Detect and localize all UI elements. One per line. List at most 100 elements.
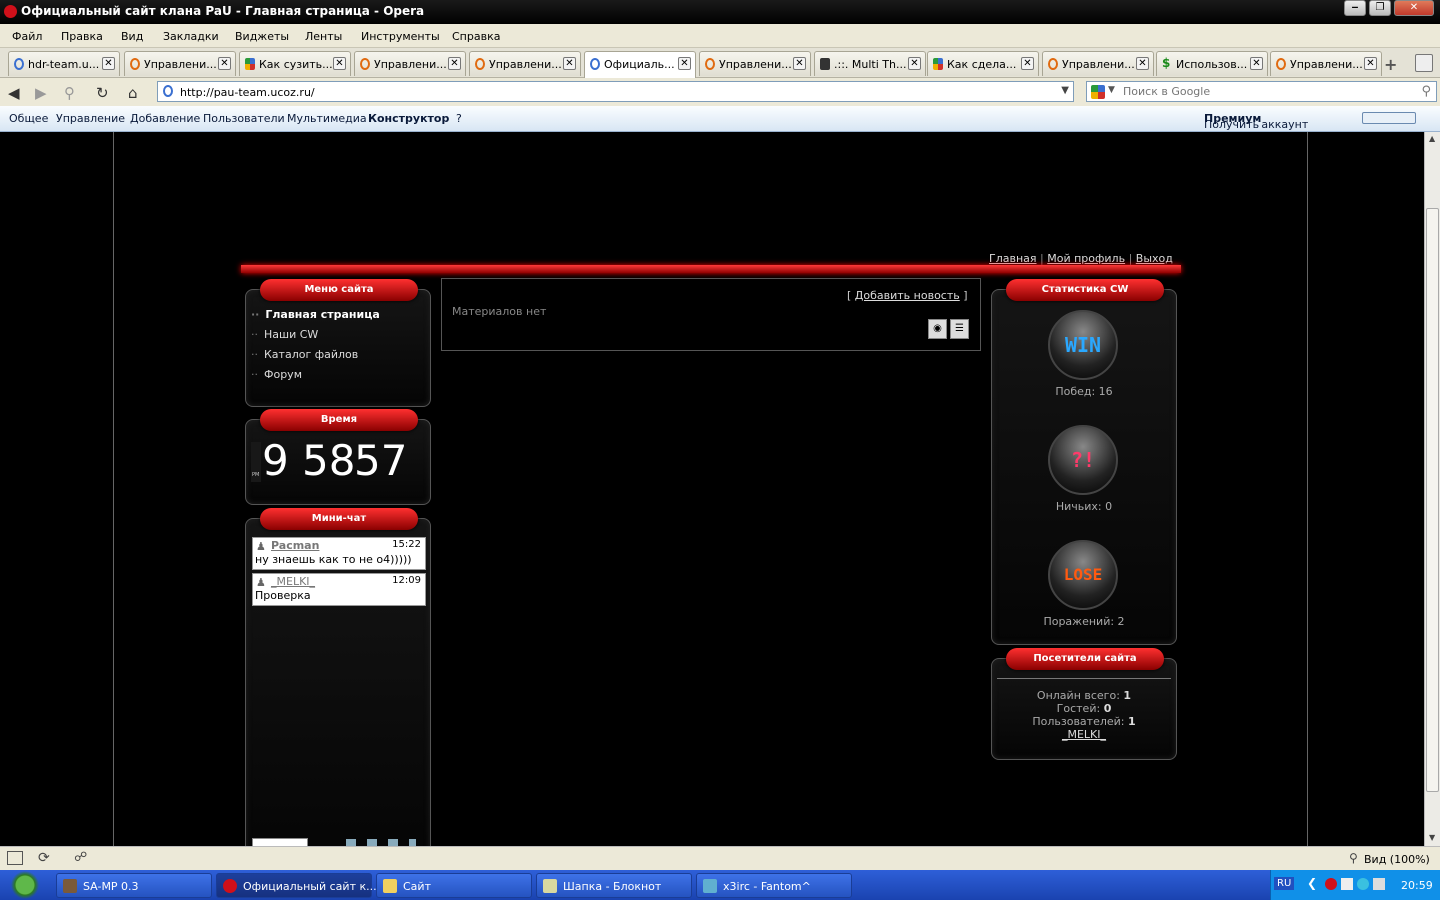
tab-7[interactable]: Управлени... ✕ <box>699 51 811 76</box>
premium-link[interactable]: Получить Премиум аккаунт <box>1204 112 1308 131</box>
search-box[interactable]: ▼ ⚲ <box>1086 81 1437 102</box>
back-icon[interactable]: ◀ <box>8 84 20 102</box>
tab-11[interactable]: $ Использов... ✕ <box>1156 51 1268 76</box>
users-count: Пользователей: 1 <box>991 715 1177 728</box>
menu-tools[interactable]: Инструменты <box>361 30 440 43</box>
google-icon[interactable] <box>1091 85 1105 99</box>
admin-bar-toggle[interactable] <box>1362 112 1416 124</box>
tab-8[interactable]: .::. Multi Th... ✕ <box>814 51 926 76</box>
menu-item-home[interactable]: Главная страница <box>263 308 379 321</box>
chevron-left-icon[interactable]: ❮ <box>1307 876 1317 890</box>
add-news-link[interactable]: Добавить новость <box>855 289 960 302</box>
chat-user[interactable]: _MELKI_ <box>271 575 315 588</box>
menu-widgets[interactable]: Виджеты <box>235 30 289 43</box>
tab-label: Управлени... <box>489 58 562 71</box>
online-user-link[interactable]: _MELKI_ <box>991 728 1177 741</box>
tab-10[interactable]: Управлени... ✕ <box>1042 51 1154 76</box>
scroll-up-icon[interactable]: ▲ <box>1429 134 1435 143</box>
search-input[interactable] <box>1123 84 1413 99</box>
task-samp[interactable]: SA-MP 0.3 <box>56 873 212 898</box>
tab-1[interactable]: hdr-team.u... ✕ <box>8 51 120 76</box>
close-icon[interactable]: ✕ <box>563 57 576 70</box>
eye-icon[interactable]: ◉ <box>928 319 947 339</box>
nav-logout-link[interactable]: Выход <box>1136 252 1173 265</box>
list-icon[interactable]: ☰ <box>950 319 969 339</box>
zoom-level[interactable]: Вид (100%) <box>1364 853 1430 866</box>
chat-input[interactable] <box>252 838 308 846</box>
user-icon: ♟ <box>256 540 266 553</box>
admin-add[interactable]: Добавление <box>130 112 200 125</box>
tab-favicon-icon <box>820 58 830 70</box>
share-icon[interactable]: ☍ <box>74 850 87 865</box>
minimize-button[interactable]: ‒ <box>1344 0 1366 16</box>
menu-view[interactable]: Вид <box>121 30 143 43</box>
tab-5[interactable]: Управлени... ✕ <box>469 51 581 76</box>
close-icon[interactable]: ✕ <box>1364 57 1377 70</box>
tab-2[interactable]: Управлени... ✕ <box>124 51 236 76</box>
menu-file[interactable]: Файл <box>12 30 42 43</box>
admin-constructor[interactable]: Конструктор <box>368 112 449 125</box>
home-icon[interactable]: ⌂ <box>128 84 138 102</box>
tab-6[interactable]: Официаль... ✕ <box>584 51 696 78</box>
scrollbar-thumb[interactable] <box>1426 208 1439 792</box>
menu-help[interactable]: Справка <box>452 30 500 43</box>
sync-icon[interactable]: ⟳ <box>38 850 50 866</box>
scroll-down-icon[interactable]: ▼ <box>1429 833 1435 842</box>
tab-9[interactable]: Как сдела... ✕ <box>927 51 1039 76</box>
task-folder[interactable]: Сайт <box>376 873 532 898</box>
key-icon[interactable]: ⚲ <box>64 84 75 102</box>
close-icon[interactable]: ✕ <box>1021 57 1034 70</box>
chevron-down-icon[interactable]: ▼ <box>1108 85 1115 95</box>
chat-user[interactable]: Pacman <box>271 539 319 552</box>
vertical-scrollbar[interactable]: ▲ ▼ <box>1424 132 1440 846</box>
close-icon[interactable]: ✕ <box>333 57 346 70</box>
panel-toggle-icon[interactable] <box>7 851 23 865</box>
zoom-icon[interactable]: ⚲ <box>1349 851 1358 865</box>
menu-item-cw[interactable]: Наши CW <box>263 328 318 341</box>
close-icon[interactable]: ✕ <box>102 57 115 70</box>
menu-edit[interactable]: Правка <box>61 30 103 43</box>
task-notepad[interactable]: Шапка - Блокнот <box>536 873 692 898</box>
admin-help[interactable]: ? <box>456 112 462 125</box>
close-icon[interactable]: ✕ <box>218 57 231 70</box>
close-icon[interactable]: ✕ <box>793 57 806 70</box>
task-opera[interactable]: Официальный сайт к... <box>216 873 377 898</box>
menu-feeds[interactable]: Ленты <box>305 30 342 43</box>
maximize-button[interactable]: ❐ <box>1369 0 1391 16</box>
opera-tray-icon[interactable] <box>1325 878 1337 890</box>
divider <box>997 678 1171 679</box>
close-icon[interactable]: ✕ <box>678 57 691 70</box>
reload-icon[interactable]: ↻ <box>96 84 109 102</box>
tab-3[interactable]: Как сузить... ✕ <box>239 51 351 76</box>
close-icon[interactable]: ✕ <box>908 57 921 70</box>
nav-home-link[interactable]: Главная <box>989 252 1037 265</box>
tab-12[interactable]: Управлени... ✕ <box>1270 51 1382 76</box>
tray-app-icon[interactable] <box>1357 878 1369 890</box>
forward-icon[interactable]: ▶ <box>35 84 47 102</box>
menu-bookmarks[interactable]: Закладки <box>163 30 219 43</box>
chevron-down-icon[interactable]: ▼ <box>1061 85 1069 96</box>
task-irc[interactable]: x3irc - Fantom^ <box>696 873 852 898</box>
close-icon[interactable]: ✕ <box>1136 57 1149 70</box>
menu-item-files[interactable]: Каталог файлов <box>263 348 358 361</box>
trash-icon[interactable] <box>1415 54 1433 72</box>
admin-users[interactable]: Пользователи <box>203 112 285 125</box>
network-icon[interactable] <box>1341 878 1353 890</box>
start-button[interactable] <box>0 870 50 900</box>
language-indicator[interactable]: RU <box>1274 877 1295 890</box>
new-tab-button[interactable]: + <box>1384 55 1397 74</box>
nav-profile-link[interactable]: Мой профиль <box>1047 252 1125 265</box>
tray-monitor-icon[interactable] <box>1373 878 1385 890</box>
close-window-button[interactable]: ✕ <box>1394 0 1434 16</box>
tab-favicon-icon <box>475 58 485 70</box>
admin-general[interactable]: Общее <box>9 112 48 125</box>
close-icon[interactable]: ✕ <box>1250 57 1263 70</box>
admin-multimedia[interactable]: Мультимедиа <box>287 112 367 125</box>
address-field[interactable]: http://pau-team.ucoz.ru/ ▼ <box>157 81 1074 102</box>
search-icon[interactable]: ⚲ <box>1421 84 1431 99</box>
chat-tool-icons[interactable] <box>346 839 416 846</box>
close-icon[interactable]: ✕ <box>448 57 461 70</box>
menu-item-forum[interactable]: Форум <box>263 368 302 381</box>
tab-4[interactable]: Управлени... ✕ <box>354 51 466 76</box>
admin-manage[interactable]: Управление <box>56 112 125 125</box>
